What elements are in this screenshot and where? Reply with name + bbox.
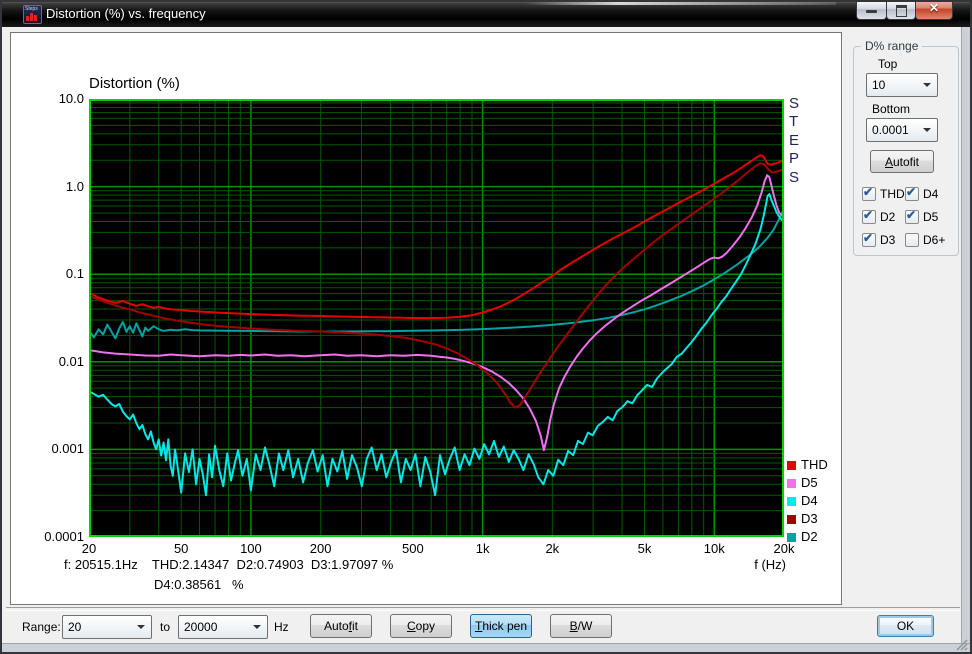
minimize-icon [866, 10, 877, 13]
x-tick-label: 10k [686, 541, 742, 556]
checkbox-d5[interactable]: ✔ D5 [905, 210, 949, 224]
autofit-button[interactable]: Autofit [310, 614, 372, 638]
caption-buttons [857, 0, 953, 20]
legend-label: D3 [801, 511, 818, 526]
d-range-group-label: D% range [861, 39, 922, 53]
checkbox-box[interactable]: ✔ [862, 210, 876, 224]
thick-pen-button[interactable]: Thick pen [470, 614, 532, 638]
x-axis-title: f (Hz) [711, 557, 786, 572]
range-label: Range: [22, 620, 61, 634]
legend-item-d5: D5 [787, 475, 841, 493]
legend-swatch [787, 515, 796, 524]
y-tick-label: 10.0 [22, 91, 84, 106]
hz-label: Hz [274, 620, 289, 634]
x-tick-label: 2k [524, 541, 580, 556]
legend-item-d3: D3 [787, 511, 841, 529]
y-tick-label: 0.01 [22, 354, 84, 369]
watermark-letter: E [789, 132, 805, 149]
bottom-range-select[interactable]: 0.0001 [866, 118, 938, 142]
checkbox-box[interactable] [905, 233, 919, 247]
window-title: Distortion (%) vs. frequency [46, 6, 206, 21]
checkbox-d6plus[interactable]: D6+ [905, 233, 953, 247]
dropdown-arrow-icon [253, 625, 261, 629]
app-icon-text: Steps [25, 6, 38, 12]
cursor-readout-line1: f: 20515.1Hz THD:2.14347 D2:0.74903 D3:1… [64, 557, 393, 572]
copy-button[interactable]: Copy [390, 614, 452, 638]
checkbox-box[interactable]: ✔ [905, 187, 919, 201]
top-label: Top [878, 57, 897, 71]
watermark-letter: S [789, 95, 805, 112]
dropdown-arrow-icon [923, 128, 931, 132]
top-range-value: 10 [872, 78, 885, 92]
checkbox-d2[interactable]: ✔ D2 [862, 210, 906, 224]
checkbox-d3[interactable]: ✔ D3 [862, 233, 906, 247]
bw-button[interactable]: B/W [550, 614, 612, 638]
legend-item-d2: D2 [787, 529, 841, 547]
close-icon [916, 1, 952, 15]
legend-label: D4 [801, 493, 818, 508]
x-tick-label: 100 [223, 541, 279, 556]
x-tick-label: 1k [455, 541, 511, 556]
ok-button[interactable]: OK [877, 615, 934, 637]
x-tick-label: 5k [617, 541, 673, 556]
legend-label: D5 [801, 475, 818, 490]
close-button[interactable] [915, 0, 953, 20]
checkbox-box[interactable]: ✔ [862, 233, 876, 247]
legend-swatch [787, 497, 796, 506]
bottom-label: Bottom [872, 102, 910, 116]
legend-label: THD [801, 457, 828, 472]
legend-swatch [787, 533, 796, 542]
watermark-letter: T [789, 113, 805, 130]
bottom-divider [6, 607, 960, 611]
bottom-range-value: 0.0001 [872, 123, 909, 137]
chart-panel: Distortion (%) 10.01.00.10.010.0010.0001… [10, 32, 842, 605]
range-from-select[interactable]: 20 [62, 615, 152, 639]
checkbox-box[interactable]: ✔ [905, 210, 919, 224]
watermark-letter: P [789, 150, 805, 167]
resize-grip[interactable] [954, 637, 968, 651]
window-frame-bottom [2, 643, 970, 652]
panel-autofit-button[interactable]: Autofit [870, 150, 934, 173]
minimize-button[interactable] [856, 0, 887, 20]
x-tick-label: 50 [153, 541, 209, 556]
chart-title: Distortion (%) [89, 75, 180, 92]
dropdown-arrow-icon [923, 83, 931, 87]
watermark-letter: S [789, 169, 805, 186]
checkbox-d4[interactable]: ✔ D4 [905, 187, 949, 201]
x-tick-label: 20 [61, 541, 117, 556]
y-tick-label: 1.0 [22, 179, 84, 194]
checkbox-thd[interactable]: ✔ THD [862, 187, 906, 201]
to-label: to [160, 620, 170, 634]
legend-label: D2 [801, 529, 818, 544]
maximize-icon [896, 5, 907, 17]
y-tick-label: 0.1 [22, 266, 84, 281]
checkbox-box[interactable]: ✔ [862, 187, 876, 201]
range-to-select[interactable]: 20000 [178, 615, 268, 639]
legend-item-thd: THD [787, 457, 841, 475]
steps-distortion-window: Steps Distortion (%) vs. frequency Disto… [0, 0, 972, 654]
legend-item-d4: D4 [787, 493, 841, 511]
legend-swatch [787, 479, 796, 488]
window-frame-right [961, 27, 970, 652]
top-range-select[interactable]: 10 [866, 73, 938, 97]
legend-swatch [787, 461, 796, 470]
titlebar[interactable]: Steps Distortion (%) vs. frequency [0, 0, 972, 27]
distortion-plot[interactable] [89, 99, 784, 537]
range-to-value: 20000 [184, 620, 217, 634]
dropdown-arrow-icon [137, 625, 145, 629]
cursor-readout-line2: D4:0.38561 % [154, 577, 244, 592]
curve-d5 [89, 175, 784, 450]
range-from-value: 20 [68, 620, 81, 634]
maximize-button[interactable] [886, 0, 916, 20]
x-tick-label: 200 [293, 541, 349, 556]
y-tick-label: 0.001 [22, 441, 84, 456]
x-tick-label: 500 [385, 541, 441, 556]
steps-app-icon: Steps [23, 5, 42, 24]
